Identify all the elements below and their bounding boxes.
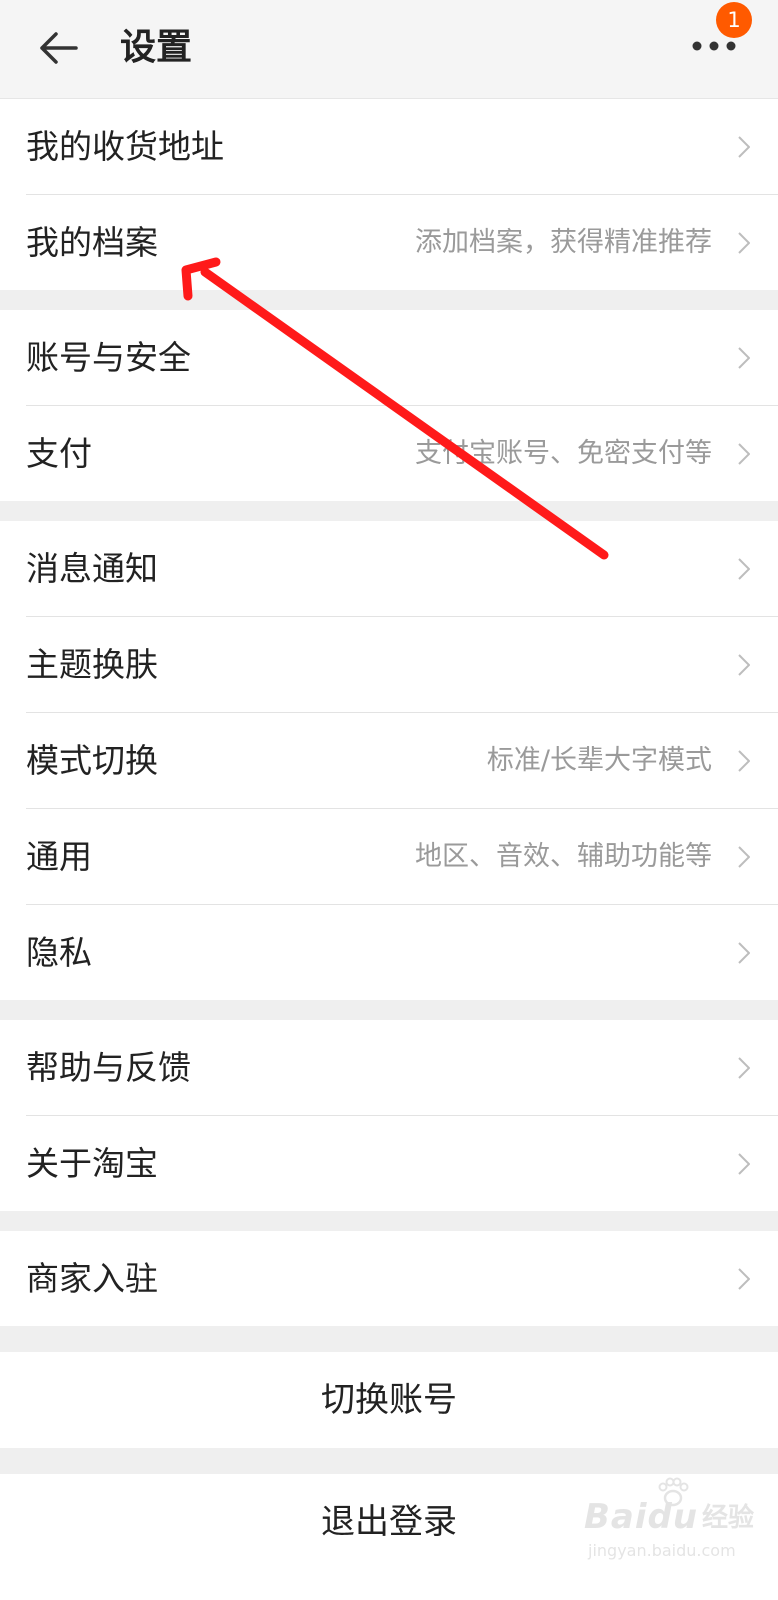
row-hint: 支付宝账号、免密支付等: [415, 438, 712, 469]
row-label: 支付: [26, 434, 92, 473]
top-bar: 设置 1: [0, 0, 778, 99]
row-label: 商家入驻: [26, 1259, 158, 1298]
row-label: 关于淘宝: [26, 1144, 158, 1183]
row-label: 我的收货地址: [26, 127, 224, 166]
row-label: 模式切换: [26, 741, 158, 780]
row-mode-switch[interactable]: 模式切换 标准/长辈大字模式: [26, 713, 778, 809]
row-label: 隐私: [26, 933, 92, 972]
settings-group: 账号与安全 支付 支付宝账号、免密支付等: [0, 310, 778, 501]
more-dots-icon: [692, 41, 736, 51]
section-divider: [0, 1000, 778, 1020]
chevron-right-icon: [738, 1153, 750, 1175]
watermark-url: jingyan.baidu.com: [588, 1541, 736, 1560]
section-divider: [0, 1448, 778, 1474]
row-label: 消息通知: [26, 549, 158, 588]
chevron-right-icon: [738, 942, 750, 964]
chevron-right-icon: [738, 136, 750, 158]
row-shipping-address[interactable]: 我的收货地址: [26, 99, 778, 195]
row-payment[interactable]: 支付 支付宝账号、免密支付等: [26, 406, 778, 501]
section-divider: [0, 1326, 778, 1352]
row-my-profile[interactable]: 我的档案 添加档案，获得精准推荐: [26, 195, 778, 290]
chevron-right-icon: [738, 558, 750, 580]
row-general[interactable]: 通用 地区、音效、辅助功能等: [26, 809, 778, 905]
chevron-right-icon: [738, 846, 750, 868]
chevron-right-icon: [738, 232, 750, 254]
row-label: 我的档案: [26, 223, 158, 262]
chevron-right-icon: [738, 347, 750, 369]
settings-group: 商家入驻: [0, 1231, 778, 1326]
chevron-right-icon: [738, 1268, 750, 1290]
row-label: 通用: [26, 837, 92, 876]
page-title: 设置: [120, 27, 193, 68]
row-theme[interactable]: 主题换肤: [26, 617, 778, 713]
row-hint: 添加档案，获得精准推荐: [415, 227, 712, 258]
chevron-right-icon: [738, 443, 750, 465]
chevron-right-icon: [738, 750, 750, 772]
row-about[interactable]: 关于淘宝: [26, 1116, 778, 1211]
settings-group: 帮助与反馈 关于淘宝: [0, 1020, 778, 1211]
row-account-security[interactable]: 账号与安全: [26, 310, 778, 406]
row-label: 主题换肤: [26, 645, 158, 684]
row-merchant[interactable]: 商家入驻: [26, 1231, 778, 1326]
row-label: 帮助与反馈: [26, 1048, 191, 1087]
settings-group: 消息通知 主题换肤 模式切换 标准/长辈大字模式 通用 地区、音效、辅助功能等 …: [0, 521, 778, 1000]
row-privacy[interactable]: 隐私: [26, 905, 778, 1000]
chevron-right-icon: [738, 1057, 750, 1079]
section-divider: [0, 1211, 778, 1231]
section-divider: [0, 290, 778, 310]
chevron-right-icon: [738, 654, 750, 676]
watermark-brand: Baidu: [584, 1497, 699, 1537]
switch-account-button[interactable]: 切换账号: [0, 1352, 778, 1448]
row-label: 账号与安全: [26, 338, 191, 377]
watermark-brand-cn: 经验: [702, 1503, 755, 1533]
row-help-feedback[interactable]: 帮助与反馈: [26, 1020, 778, 1116]
baidu-watermark: Baidu 经验 jingyan.baidu.com: [584, 1475, 764, 1575]
settings-list: 我的收货地址 我的档案 添加档案，获得精准推荐 账号与安全 支付 支付宝账号、免…: [0, 99, 778, 1570]
settings-group: 我的收货地址 我的档案 添加档案，获得精准推荐: [0, 99, 778, 290]
row-hint: 标准/长辈大字模式: [486, 745, 712, 776]
notification-badge: 1: [716, 2, 752, 38]
row-hint: 地区、音效、辅助功能等: [415, 841, 712, 872]
section-divider: [0, 501, 778, 521]
row-notifications[interactable]: 消息通知: [26, 521, 778, 617]
back-arrow-icon[interactable]: [38, 26, 82, 70]
